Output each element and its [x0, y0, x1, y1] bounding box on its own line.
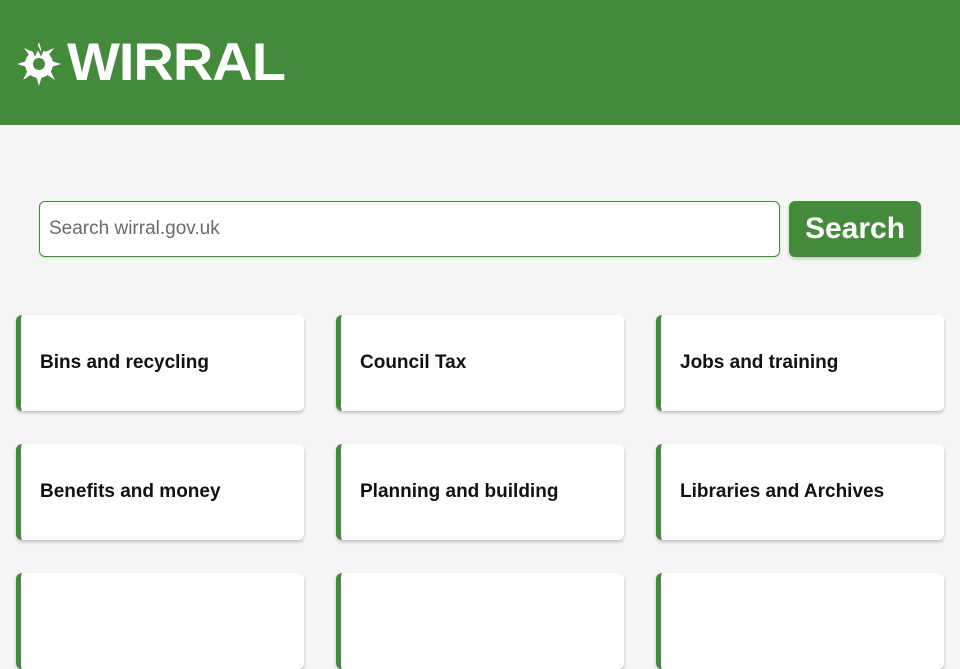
wirral-logo-link[interactable]: WIRRAL — [15, 31, 286, 92]
tile-benefits-and-money[interactable]: Benefits and money — [16, 444, 304, 540]
tile-row3-col3[interactable] — [656, 573, 944, 669]
tile-planning-and-building[interactable]: Planning and building — [336, 444, 624, 540]
tile-label: Jobs and training — [680, 352, 839, 373]
tile-row3-col2[interactable] — [336, 573, 624, 669]
search-input[interactable] — [39, 201, 780, 257]
tile-label: Bins and recycling — [40, 352, 209, 373]
tile-label: Libraries and Archives — [680, 481, 885, 502]
tile-bins-and-recycling[interactable]: Bins and recycling — [16, 315, 304, 411]
tile-council-tax[interactable]: Council Tax — [336, 315, 624, 411]
search-button[interactable]: Search — [789, 201, 921, 257]
tile-row3-col1[interactable] — [16, 573, 304, 669]
tile-libraries-and-archives[interactable]: Libraries and Archives — [656, 444, 944, 540]
logo-wordmark: WIRRAL — [67, 31, 286, 92]
tile-label: Benefits and money — [40, 481, 221, 502]
wirral-emblem-icon — [17, 42, 61, 86]
tile-jobs-and-training[interactable]: Jobs and training — [656, 315, 944, 411]
tile-label: Planning and building — [360, 481, 559, 502]
site-header: WIRRAL — [0, 0, 960, 125]
tile-label: Council Tax — [360, 352, 467, 373]
